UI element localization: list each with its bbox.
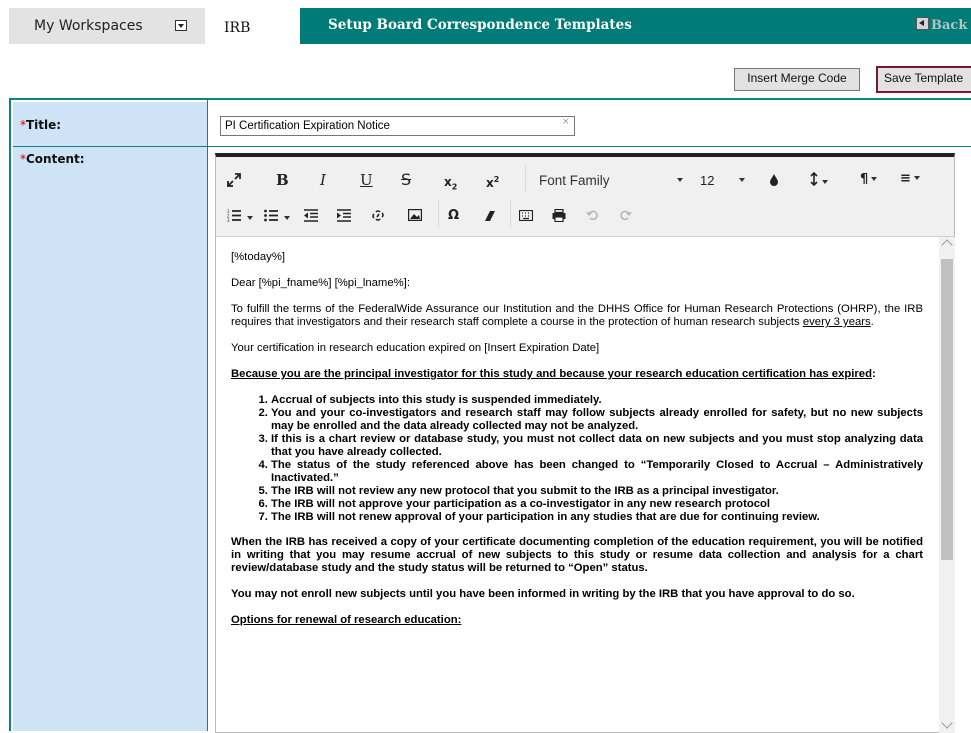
list-item: You and your co-investigators and resear…: [271, 407, 923, 433]
fullscreen-icon[interactable]: [227, 173, 241, 192]
my-workspaces-label: My Workspaces: [34, 18, 143, 34]
list-item: The IRB will not renew approval of your …: [271, 511, 923, 524]
image-icon[interactable]: [407, 208, 423, 226]
editor-content[interactable]: [%today%] Dear [%pi_fname%] [%pi_lname%]…: [216, 237, 939, 733]
module-label[interactable]: IRB: [224, 20, 250, 36]
scroll-down-icon[interactable]: [941, 717, 953, 729]
list-item: Accrual of subjects into this study is s…: [271, 394, 923, 407]
superscript-icon[interactable]: x2: [486, 172, 499, 192]
special-char-icon[interactable]: Ω: [448, 208, 459, 224]
text-color-icon[interactable]: [769, 172, 779, 191]
enrollment-paragraph: You may not enroll new subjects until yo…: [231, 588, 855, 600]
list-item: The IRB will not review any new protocol…: [271, 485, 923, 498]
paragraph-icon[interactable]: ¶: [860, 172, 878, 188]
toolbar-separator: [438, 201, 439, 227]
expiration-paragraph: Your certification in research education…: [231, 342, 600, 354]
reinstatement-paragraph: When the IRB has received a copy of your…: [231, 536, 923, 574]
renewal-options-heading: Options for renewal of research educatio…: [231, 614, 462, 626]
keyboard-icon[interactable]: [518, 209, 534, 226]
insert-merge-code-button[interactable]: Insert Merge Code: [734, 68, 860, 91]
page-title: Setup Board Correspondence Templates: [328, 17, 632, 33]
font-size-select[interactable]: 12: [700, 173, 714, 189]
salutation: Dear [%pi_fname%] [%pi_lname%]:: [231, 277, 410, 289]
label-column: [13, 102, 207, 731]
line-height-icon[interactable]: [809, 171, 828, 191]
subscript-icon[interactable]: x2: [444, 174, 457, 195]
rich-text-editor: B I U S x2 x2 Font Family 12 ¶ ≡ 123 Ω […: [215, 153, 955, 733]
save-template-button[interactable]: Save Template: [876, 66, 971, 93]
template-form: *Title: *Content: × B I U S x2 x2 Font F…: [9, 98, 971, 733]
merge-code-today: [%today%]: [231, 251, 286, 263]
chevron-down-icon[interactable]: [736, 173, 745, 189]
consequences-list: Accrual of subjects into this study is s…: [231, 394, 923, 524]
list-item: The status of the study referenced above…: [271, 459, 923, 485]
editor-toolbar: B I U S x2 x2 Font Family 12 ¶ ≡ 123 Ω: [216, 157, 954, 237]
content-label: *Content:: [20, 152, 85, 166]
back-label: Back: [931, 18, 968, 33]
dropdown-icon[interactable]: [175, 20, 187, 31]
list-item: If this is a chart review or database st…: [271, 433, 923, 459]
scroll-up-icon[interactable]: [941, 239, 953, 251]
page-header-bar: Setup Board Correspondence Templates Bac…: [300, 8, 971, 44]
outdent-icon[interactable]: [304, 209, 318, 227]
unordered-list-icon[interactable]: [264, 209, 290, 227]
redo-icon[interactable]: [620, 209, 632, 226]
svg-text:3: 3: [227, 218, 230, 222]
title-label: *Title:: [20, 118, 62, 132]
my-workspaces-menu[interactable]: My Workspaces: [9, 8, 205, 44]
link-icon[interactable]: [371, 209, 385, 227]
row-divider: [13, 146, 971, 147]
ordered-list-icon[interactable]: 123: [227, 209, 253, 227]
font-family-select[interactable]: Font Family: [539, 173, 610, 188]
chevron-down-icon[interactable]: [674, 173, 683, 189]
back-button[interactable]: Back: [916, 17, 971, 33]
list-item: The IRB will not approve your participat…: [271, 498, 923, 511]
underline-icon[interactable]: U: [360, 172, 373, 190]
intro-paragraph: To fulfill the terms of the FederalWide …: [231, 303, 923, 328]
toolbar-separator: [510, 201, 511, 227]
toolbar-separator: [525, 165, 526, 191]
clear-format-icon[interactable]: [482, 209, 496, 227]
editor-scrollbar[interactable]: [939, 237, 955, 733]
strikethrough-icon[interactable]: S: [401, 172, 411, 190]
indent-icon[interactable]: [337, 209, 351, 227]
title-input[interactable]: [220, 116, 575, 136]
clear-input-icon[interactable]: ×: [562, 117, 570, 127]
undo-icon[interactable]: [586, 209, 598, 226]
scroll-thumb[interactable]: [941, 259, 953, 560]
bold-icon[interactable]: B: [276, 172, 289, 190]
column-divider: [207, 100, 208, 731]
align-icon[interactable]: ≡: [900, 171, 920, 187]
back-arrow-icon: [916, 17, 929, 30]
consequences-heading: Because you are the principal investigat…: [231, 368, 876, 380]
print-icon[interactable]: [552, 208, 566, 227]
italic-icon[interactable]: I: [320, 172, 326, 190]
